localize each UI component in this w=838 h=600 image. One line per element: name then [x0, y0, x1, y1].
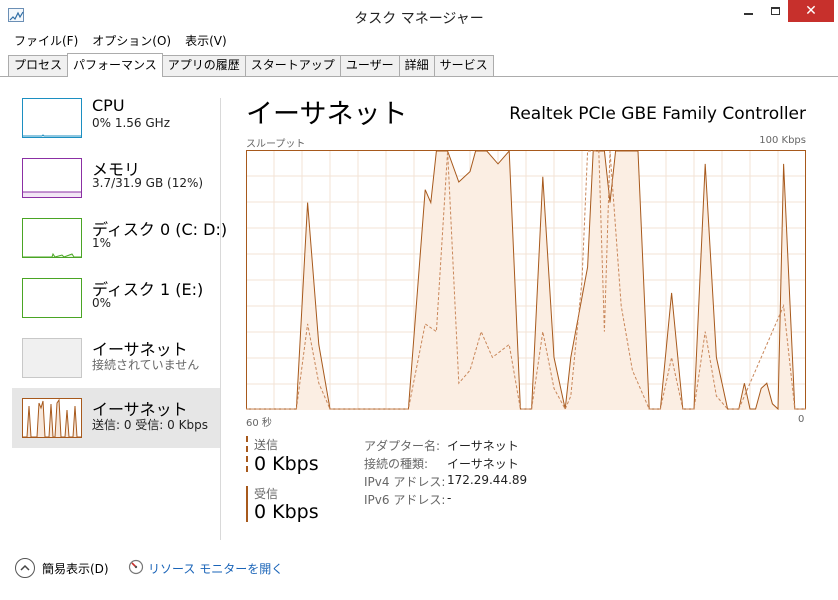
minimize-icon [743, 13, 753, 15]
resource-sidebar: CPU 0% 1.56 GHz メモリ 3.7/31.9 GB (12%) ディ… [0, 78, 227, 538]
sidebar-divider [220, 98, 221, 540]
disk1-thumbnail [22, 278, 82, 318]
receive-legend-marker [246, 486, 248, 522]
send-legend-marker [246, 436, 248, 472]
sidebar-subtitle: 0% 1.56 GHz [92, 116, 171, 130]
tab-bar: プロセス パフォーマンス アプリの履歴 スタートアップ ユーザー 詳細 サービス [0, 53, 838, 77]
open-resource-monitor-link[interactable]: リソース モニターを開く [148, 560, 283, 577]
x-axis-left-label: 60 秒 [246, 418, 272, 429]
window-title: タスク マネージャー [354, 11, 484, 27]
maximize-button[interactable] [762, 0, 788, 22]
info-key-connection-type: 接続の種類: [364, 457, 429, 471]
ethernet-thumbnail [22, 398, 82, 438]
sidebar-subtitle: 送信: 0 受信: 0 Kbps [92, 418, 208, 432]
send-label: 送信 [254, 438, 279, 452]
tab-startup[interactable]: スタートアップ [244, 55, 341, 76]
sidebar-subtitle: 1% [92, 236, 112, 250]
info-key-ipv4: IPv4 アドレス: [364, 475, 446, 489]
sidebar-item-memory[interactable]: メモリ 3.7/31.9 GB (12%) [12, 148, 220, 208]
chevron-up-icon [20, 564, 30, 571]
info-value-ipv6: - [447, 491, 452, 505]
sidebar-item-ethernet[interactable]: イーサネット 送信: 0 受信: 0 Kbps [12, 388, 220, 448]
x-axis-right-label: 0 [798, 414, 805, 425]
minimize-button[interactable] [735, 0, 761, 22]
cpu-thumbnail [22, 98, 82, 138]
sidebar-title: CPU [92, 96, 125, 115]
tab-services[interactable]: サービス [433, 55, 494, 76]
adapter-name: Realtek PCIe GBE Family Controller [509, 104, 806, 124]
tab-details[interactable]: 詳細 [398, 55, 435, 76]
tab-users[interactable]: ユーザー [339, 55, 400, 76]
fewer-details-toggle[interactable] [15, 558, 35, 578]
sidebar-subtitle: 3.7/31.9 GB (12%) [92, 176, 204, 190]
tab-processes[interactable]: プロセス [8, 55, 69, 76]
info-value-ipv4: 172.29.44.89 [447, 473, 528, 487]
graph-max-label: 100 Kbps [759, 135, 806, 146]
ethernet-disconnected-thumbnail [22, 338, 82, 378]
menu-options[interactable]: オプション(O) [85, 31, 178, 51]
receive-label: 受信 [254, 487, 279, 501]
fewer-details-button[interactable]: 簡易表示(D) [42, 560, 109, 577]
sidebar-item-disk0[interactable]: ディスク 0 (C: D:) 1% [12, 208, 227, 268]
sidebar-item-ethernet-disconnected[interactable]: イーサネット 接続されていません [12, 328, 220, 388]
menu-bar: ファイル(F) オプション(O) 表示(V) [0, 31, 838, 51]
info-key-adapter: アダプター名: [364, 439, 441, 453]
disk0-thumbnail [22, 218, 82, 258]
sidebar-subtitle: 接続されていません [92, 358, 200, 372]
sidebar-subtitle: 0% [92, 296, 112, 310]
info-value-connection-type: イーサネット [447, 457, 519, 471]
send-value: 0 Kbps [254, 453, 319, 475]
tab-app-history[interactable]: アプリの履歴 [161, 55, 246, 76]
close-button[interactable]: ✕ [788, 0, 834, 22]
sidebar-item-cpu[interactable]: CPU 0% 1.56 GHz [12, 88, 220, 148]
tab-performance[interactable]: パフォーマンス [67, 53, 163, 77]
page-title: イーサネット [246, 99, 408, 130]
footer: 簡易表示(D) リソース モニターを開く [0, 550, 838, 590]
throughput-graph [246, 150, 806, 410]
info-value-adapter: イーサネット [447, 439, 519, 453]
receive-value: 0 Kbps [254, 501, 319, 523]
menu-view[interactable]: 表示(V) [178, 31, 234, 51]
close-icon: ✕ [805, 3, 817, 19]
resource-monitor-icon [128, 559, 144, 575]
info-key-ipv6: IPv6 アドレス: [364, 493, 446, 507]
title-bar: タスク マネージャー ✕ [0, 0, 838, 32]
sidebar-title: ディスク 0 (C: D:) [92, 220, 228, 239]
memory-thumbnail [22, 158, 82, 198]
maximize-icon [770, 7, 780, 15]
menu-file[interactable]: ファイル(F) [7, 31, 85, 51]
graph-label: スループット [246, 139, 306, 150]
sidebar-item-disk1[interactable]: ディスク 1 (E:) 0% [12, 268, 220, 328]
